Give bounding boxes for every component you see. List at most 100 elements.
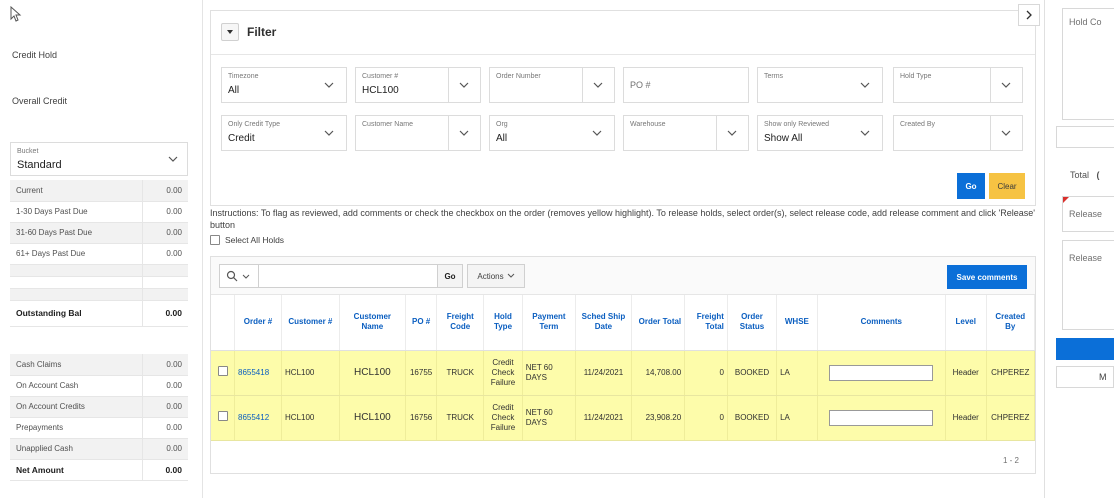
column-header-order[interactable]: Order # [234,295,283,351]
bucket-select[interactable]: Bucket Standard [10,142,188,176]
chevron-down-icon [459,82,469,88]
level-cell: Header [945,395,987,441]
actions-label: Actions [477,271,504,281]
release-code-select[interactable]: Release [1062,196,1114,232]
cash-label: On Account Cash [10,375,142,397]
chevron-down-icon [860,130,870,136]
po-number-input[interactable]: PO # [623,67,749,103]
po-placeholder: PO # [630,80,651,90]
more-label: M [1099,372,1107,382]
comment-input[interactable] [829,364,934,381]
reviewed-value: Show All [764,133,803,144]
chevron-right-icon [1026,10,1032,20]
cash-row: Unapplied Cash 0.00 [10,438,188,460]
sched-ship-date-cell: 11/24/2021 [575,395,632,441]
credit-summary-panel: Credit Hold Overall Credit Bucket Standa… [0,0,190,498]
aging-row: 1-30 Days Past Due 0.00 [10,201,188,223]
search-icon [226,270,238,282]
column-header-payment-term[interactable]: Payment Term [522,295,577,351]
chevron-down-icon [727,130,737,136]
hold-code-field[interactable]: Hold Co [1062,8,1114,120]
customer-name-select[interactable]: Customer Name [355,115,481,151]
order-number-select[interactable]: Order Number [489,67,615,103]
column-header-created-by[interactable]: Created By [986,295,1036,351]
column-header-sched-ship-date[interactable]: Sched Ship Date [575,295,632,351]
payment-term-cell: NET 60 DAYS [522,395,577,441]
row-checkbox[interactable] [217,411,228,421]
row-select-cell [211,350,235,396]
net-amount-row: Net Amount 0.00 [10,459,188,481]
column-header-comments[interactable]: Comments [817,295,946,351]
column-header-po[interactable]: PO # [405,295,438,351]
net-amount-label: Net Amount [10,459,142,481]
cash-label: Cash Claims [10,354,142,376]
release-code-label: Release [1069,209,1103,219]
column-header-customer-name[interactable]: Customer Name [339,295,406,351]
credit-hold-label: Credit Hold [12,50,58,60]
aging-row: Current 0.00 [10,180,188,202]
row-checkbox[interactable] [217,366,228,376]
search-go-button[interactable]: Go [437,264,463,288]
column-header-level[interactable]: Level [945,295,987,351]
aging-value: 0.00 [141,222,188,244]
actions-menu-button[interactable]: Actions [467,264,525,288]
save-comments-button[interactable]: Save comments [947,265,1027,289]
column-header-hold-type[interactable]: Hold Type [483,295,523,351]
level-cell: Header [945,350,987,396]
net-amount-value: 0.00 [141,459,188,481]
created-by-select[interactable]: Created By [893,115,1023,151]
collapse-right-panel-button[interactable] [1018,4,1040,26]
aging-table: Current 0.00 1-30 Days Past Due 0.00 31-60… [10,180,188,327]
cash-row: Prepayments 0.00 [10,417,188,439]
release-button[interactable] [1056,338,1114,360]
chevron-down-icon [324,130,334,136]
customer-number-cell: HCL100 [281,350,340,396]
column-header-customer-number[interactable]: Customer # [281,295,340,351]
terms-label: Terms [764,73,784,80]
select-all-checkbox[interactable] [210,235,220,245]
filter-collapse-toggle[interactable] [221,23,239,41]
timezone-select[interactable]: Timezone All [221,67,347,103]
terms-select[interactable]: Terms [757,67,883,103]
total-text: Total [1070,170,1090,180]
column-header-freight-code[interactable]: Freight Code [436,295,485,351]
chevron-down-icon [860,82,870,88]
overall-credit-label: Overall Credit [12,96,68,106]
select-all-holds[interactable]: Select All Holds [210,235,284,245]
hold-type-select[interactable]: Hold Type [893,67,1023,103]
created-by-cell: CHPEREZ [986,350,1036,396]
aging-value: 0.00 [141,201,188,223]
cash-row: On Account Credits 0.00 [10,396,188,418]
org-select[interactable]: Org All [489,115,615,151]
po-cell: 16756 [405,395,438,441]
customer-number-select[interactable]: Customer # HCL100 [355,67,481,103]
reviewed-select[interactable]: Show only Reviewed Show All [757,115,883,151]
created-by-cell: CHPEREZ [986,395,1036,441]
table-row: 8655418 HCL100 HCL100 16755 TRUCK Credit… [211,350,1036,396]
chevron-down-icon [324,82,334,88]
right-panel-input[interactable] [1056,126,1114,148]
org-label: Org [496,121,508,128]
column-header-order-status[interactable]: Order Status [727,295,778,351]
outstanding-label: Outstanding Bal [10,300,142,327]
column-header-order-total[interactable]: Order Total [631,295,686,351]
filter-go-button[interactable]: Go [957,173,985,199]
credit-type-select[interactable]: Only Credit Type Credit [221,115,347,151]
order-number-link[interactable]: 8655418 [234,350,283,396]
comment-input[interactable] [829,409,934,426]
column-header-whse[interactable]: WHSE [776,295,818,351]
holds-report: Go Actions Save comments Order # Custome… [210,256,1036,474]
hold-type-cell: Credit Check Failure [483,350,523,396]
search-input[interactable] [219,264,463,288]
warehouse-select[interactable]: Warehouse [623,115,749,151]
filter-clear-button[interactable]: Clear [989,173,1025,199]
freight-code-cell: TRUCK [436,350,485,396]
customer-number-label: Customer # [362,73,399,80]
more-button[interactable]: M [1056,366,1114,388]
order-number-link[interactable]: 8655412 [234,395,283,441]
release-comment-field[interactable]: Release [1062,240,1114,330]
panel-divider [202,0,203,498]
empty-row [10,276,188,289]
column-header-freight-total[interactable]: Freight Total [684,295,728,351]
customer-number-cell: HCL100 [281,395,340,441]
